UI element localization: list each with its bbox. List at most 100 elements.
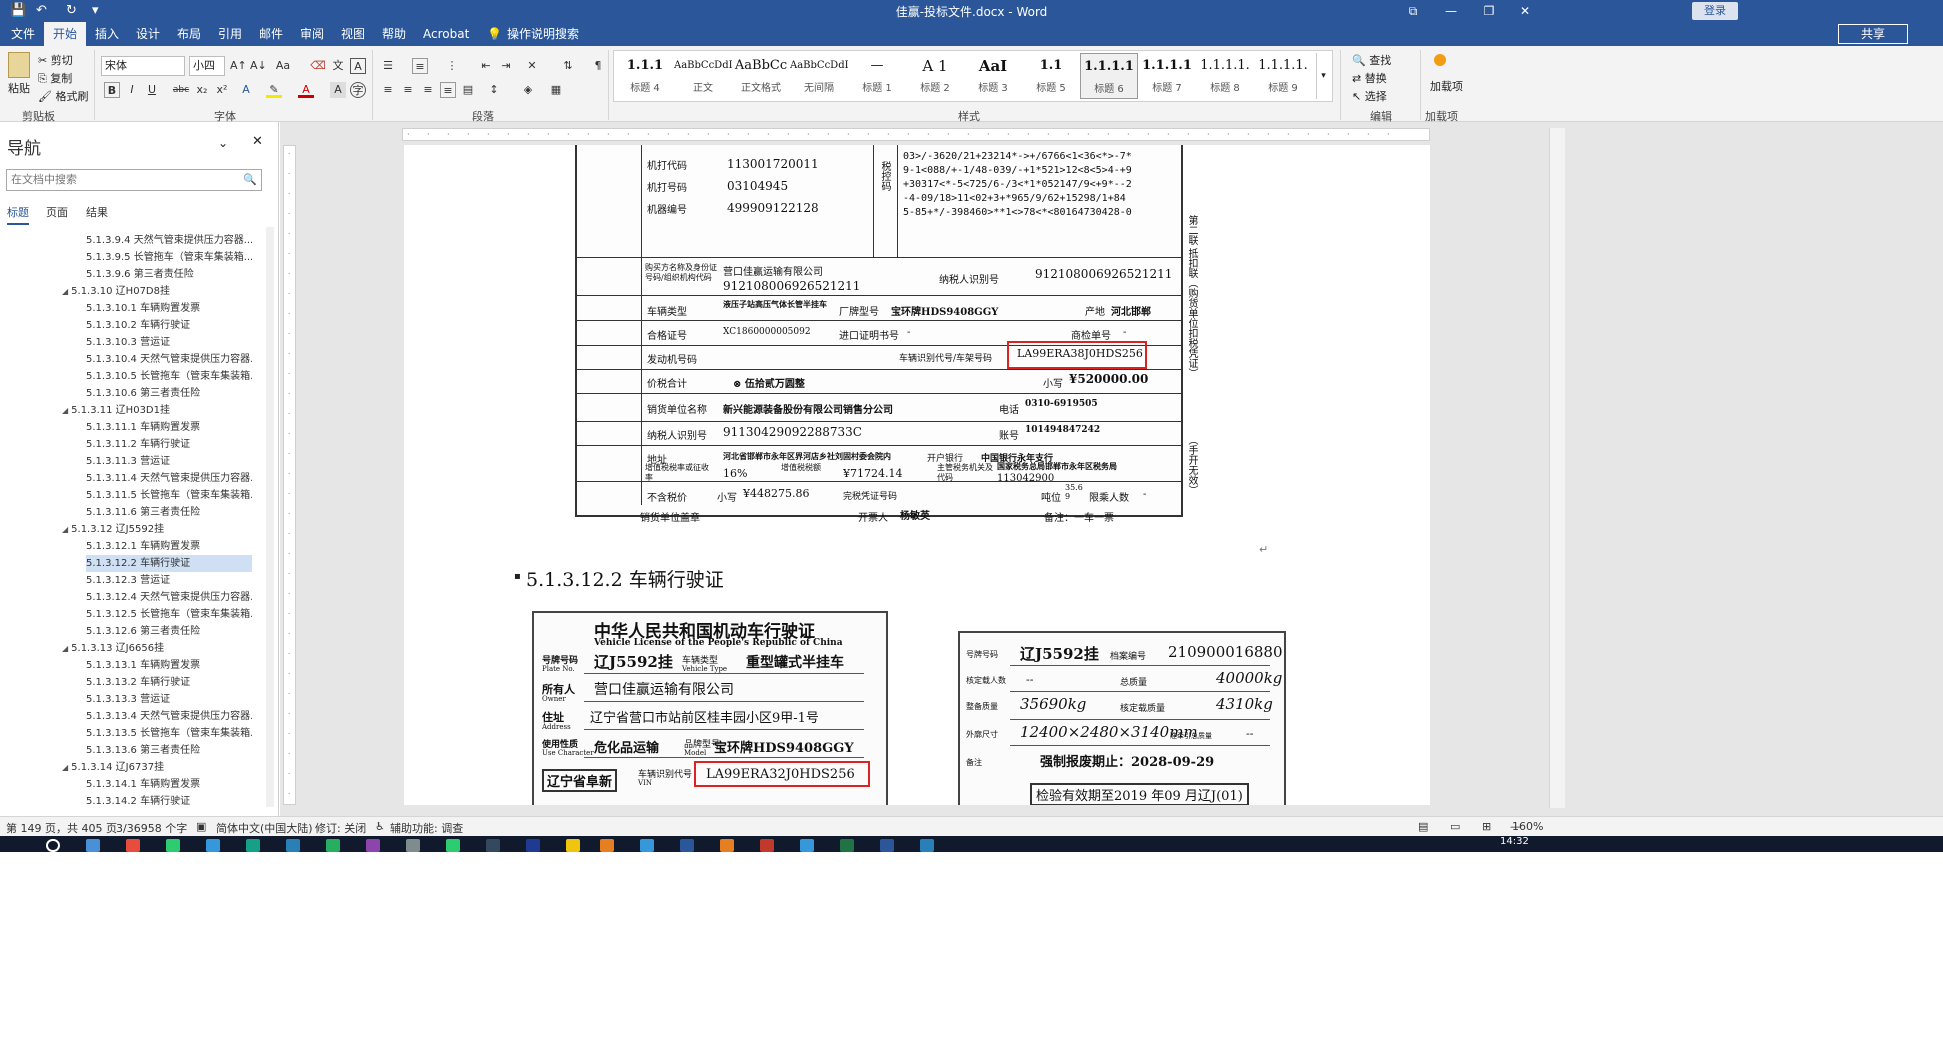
tab-help[interactable]: 帮助: [373, 22, 415, 46]
nav-heading-item[interactable]: ◢ 5.1.3.14 辽J6737挂: [62, 759, 252, 776]
accessibility-indicator[interactable]: 辅助功能: 调查: [390, 820, 463, 836]
align-right-icon[interactable]: ≡: [420, 82, 436, 98]
nav-subheading-item[interactable]: 5.1.3.13.5 长管拖车（管束车集装箱...: [86, 725, 252, 742]
tab-acrobat[interactable]: Acrobat: [414, 22, 478, 46]
word-count[interactable]: 3/36958 个字: [116, 820, 187, 836]
find-button[interactable]: 🔍 查找: [1352, 52, 1391, 68]
nav-subheading-item[interactable]: 5.1.3.13.6 第三者责任险: [86, 742, 252, 759]
app-icon[interactable]: [920, 839, 934, 852]
nav-subheading-item[interactable]: 5.1.3.9.5 长管拖车（管束车集装箱...: [86, 249, 252, 266]
print-layout-icon[interactable]: ▭: [1450, 820, 1460, 833]
bullets-icon[interactable]: ☰: [380, 58, 396, 74]
shading-icon[interactable]: ◈: [520, 82, 536, 98]
justify-icon[interactable]: ≡: [440, 82, 456, 98]
style-heading-6[interactable]: 1.1.1.1 标题 6: [1080, 53, 1138, 99]
sort-icon[interactable]: ⇅: [560, 58, 576, 74]
style-heading-7[interactable]: 1.1.1.1 标题 7: [1138, 53, 1196, 99]
tab-mailings[interactable]: 邮件: [250, 22, 292, 46]
paste-icon[interactable]: [8, 52, 30, 78]
app-icon[interactable]: [880, 839, 894, 852]
nav-subheading-item[interactable]: 5.1.3.10.4 天然气管束提供压力容器...: [86, 351, 252, 368]
align-left-icon[interactable]: ≡: [380, 82, 396, 98]
asian-layout-icon[interactable]: ✕: [524, 58, 540, 74]
bold-button[interactable]: B: [104, 82, 120, 98]
tab-file[interactable]: 文件: [2, 22, 44, 46]
nav-heading-item[interactable]: ◢ 5.1.3.12 辽J5592挂: [62, 521, 252, 538]
style-no-spacing[interactable]: AaBbCcDdI 无间隔: [790, 53, 848, 99]
collapse-icon[interactable]: ◢: [62, 525, 68, 534]
enclose-char-icon[interactable]: 字: [350, 82, 366, 98]
tell-me-search[interactable]: 操作说明搜索: [498, 22, 588, 46]
text-effects-icon[interactable]: A: [238, 82, 254, 98]
horizontal-ruler[interactable]: · · · · · · · · · · · · · · · · · · · · · · · · · · · · · · · · · · · · · · · ·…: [402, 128, 1430, 141]
font-size-dropdown[interactable]: 小四: [189, 56, 225, 76]
app-icon[interactable]: [366, 839, 380, 852]
style-body-format[interactable]: AaBbCc 正文格式: [732, 53, 790, 99]
char-border-icon[interactable]: A: [350, 58, 366, 74]
chevron-down-icon[interactable]: ⌄: [218, 136, 228, 150]
app-icon[interactable]: [800, 839, 814, 852]
app-icon[interactable]: [446, 839, 460, 852]
shrink-font-icon[interactable]: A↓: [250, 58, 267, 74]
nav-heading-item[interactable]: ◢ 5.1.3.13 辽J6656挂: [62, 640, 252, 657]
minimize-button[interactable]: —: [1436, 2, 1466, 20]
nav-subheading-item[interactable]: 5.1.3.12.3 营运证: [86, 572, 252, 589]
app-icon[interactable]: [286, 839, 300, 852]
app-icon[interactable]: [760, 839, 774, 852]
nav-subheading-item[interactable]: 5.1.3.11.6 第三者责任险: [86, 504, 252, 521]
nav-subheading-item[interactable]: 5.1.3.10.3 营运证: [86, 334, 252, 351]
excel-app-icon[interactable]: [840, 839, 854, 852]
line-spacing-icon[interactable]: ↕: [486, 82, 502, 98]
copy-button[interactable]: ⎘ 复制: [38, 70, 72, 86]
nav-subheading-item[interactable]: 5.1.3.11.4 天然气管束提供压力容器...: [86, 470, 252, 487]
app-icon[interactable]: [640, 839, 654, 852]
nav-subheading-item[interactable]: 5.1.3.12.2 车辆行驶证: [86, 555, 252, 572]
app-icon[interactable]: [246, 839, 260, 852]
document-page[interactable]: 机打代码 113001720011 机打号码 03104945 机器编号 499…: [404, 145, 1430, 805]
nav-subheading-item[interactable]: 5.1.3.13.4 天然气管束提供压力容器...: [86, 708, 252, 725]
nav-subheading-item[interactable]: 5.1.3.14.2 车辆行驶证: [86, 793, 252, 810]
vertical-scrollbar[interactable]: [1549, 128, 1565, 808]
tab-design[interactable]: 设计: [127, 22, 169, 46]
underline-button[interactable]: U: [144, 82, 160, 98]
nav-subheading-item[interactable]: 5.1.3.11.5 长管拖车（管束车集装箱...: [86, 487, 252, 504]
nav-tab-results[interactable]: 结果: [86, 204, 108, 220]
tab-layout[interactable]: 布局: [168, 22, 210, 46]
search-icon[interactable]: 🔍: [243, 170, 257, 190]
style-heading-5[interactable]: 1.1 标题 5: [1022, 53, 1080, 99]
grow-font-icon[interactable]: A↑: [230, 58, 247, 74]
paste-button[interactable]: 粘贴: [8, 80, 30, 96]
align-center-icon[interactable]: ≡: [400, 82, 416, 98]
style-heading-3[interactable]: AaI 标题 3: [964, 53, 1022, 99]
show-marks-icon[interactable]: ¶: [590, 58, 606, 74]
app-icon[interactable]: [600, 839, 614, 852]
app-icon[interactable]: [126, 839, 140, 852]
close-icon[interactable]: ✕: [252, 134, 263, 149]
nav-heading-item[interactable]: ◢ 5.1.3.11 辽H03D1挂: [62, 402, 252, 419]
search-icon[interactable]: [46, 839, 60, 852]
tab-home[interactable]: 开始: [44, 22, 87, 46]
app-icon[interactable]: [86, 839, 100, 852]
styles-more-icon[interactable]: ▾: [1316, 53, 1330, 99]
nav-subheading-item[interactable]: 5.1.3.9.6 第三者责任险: [86, 266, 252, 283]
font-name-dropdown[interactable]: 宋体: [101, 56, 185, 76]
strikethrough-button[interactable]: abc: [170, 82, 192, 98]
zoom-level[interactable]: 160%: [1512, 820, 1543, 833]
style-heading-9[interactable]: 1.1.1.1. 标题 9: [1254, 53, 1312, 99]
tab-insert[interactable]: 插入: [86, 22, 128, 46]
nav-subheading-item[interactable]: 5.1.3.11.1 车辆购置发票: [86, 419, 252, 436]
format-painter-button[interactable]: 🖌 格式刷: [38, 88, 88, 104]
nav-subheading-item[interactable]: 5.1.3.14.1 车辆购置发票: [86, 776, 252, 793]
track-changes-indicator[interactable]: 修订: 关闭: [315, 820, 366, 836]
read-mode-icon[interactable]: ▤: [1418, 820, 1428, 833]
phonetic-guide-icon[interactable]: 文: [330, 58, 346, 74]
collapse-icon[interactable]: ◢: [62, 763, 68, 772]
nav-subheading-item[interactable]: 5.1.3.9.4 天然气管束提供压力容器...: [86, 232, 252, 249]
tab-references[interactable]: 引用: [209, 22, 251, 46]
page-indicator[interactable]: 第 149 页，共 405 页: [6, 820, 117, 836]
addins-icon[interactable]: [1434, 54, 1446, 66]
nav-subheading-item[interactable]: 5.1.3.13.3 营运证: [86, 691, 252, 708]
nav-subheading-item[interactable]: 5.1.3.10.6 第三者责任险: [86, 385, 252, 402]
app-icon[interactable]: [406, 839, 420, 852]
style-heading-1[interactable]: — 标题 1: [848, 53, 906, 99]
